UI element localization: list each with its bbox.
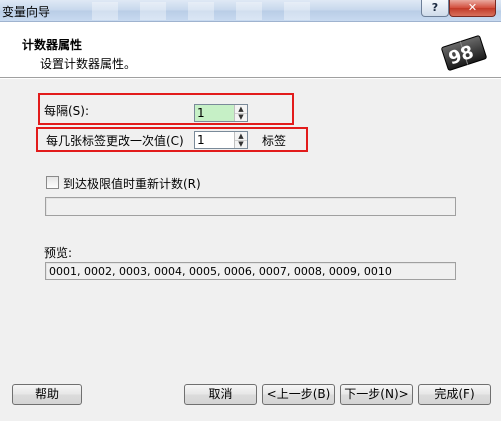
reset-checkbox-label[interactable]: 到达极限值时重新计数(R) (63, 175, 201, 192)
preview-text: 0001, 0002, 0003, 0004, 0005, 0006, 0007… (49, 265, 392, 278)
title-bar-decoration (70, 2, 330, 20)
next-button[interactable]: 下一步(N)> (340, 384, 413, 405)
page-subtitle: 设置计数器属性。 (40, 57, 137, 71)
window-close-button[interactable]: ✕ (449, 0, 496, 17)
interval-input[interactable]: 1 ▲ ▼ (194, 104, 248, 122)
change-every-value: 1 (197, 133, 205, 147)
interval-value: 1 (197, 106, 205, 120)
help-button[interactable]: 帮助 (12, 384, 82, 405)
reset-value-field (45, 197, 456, 216)
interval-label: 每隔(S): (44, 104, 90, 118)
cancel-button[interactable]: 取消 (184, 384, 257, 405)
spin-down-icon[interactable]: ▼ (235, 140, 247, 148)
back-button[interactable]: <上一步(B) (262, 384, 335, 405)
spin-down-icon[interactable]: ▼ (235, 113, 247, 121)
reset-checkbox[interactable] (46, 176, 59, 189)
change-every-input[interactable]: 1 ▲ ▼ (194, 131, 248, 149)
interval-spinner[interactable]: ▲ ▼ (234, 105, 247, 121)
window-help-button[interactable]: ? (421, 0, 449, 17)
page-title: 计数器属性 (22, 38, 83, 52)
preview-field: 0001, 0002, 0003, 0004, 0005, 0006, 0007… (45, 262, 456, 280)
window-title: 变量向导 (2, 5, 51, 19)
change-every-spinner[interactable]: ▲ ▼ (234, 132, 247, 148)
counter-logo-icon: 98 (440, 32, 488, 74)
finish-button[interactable]: 完成(F) (418, 384, 491, 405)
change-every-label: 每几张标签更改一次值(C) (46, 134, 184, 148)
preview-label: 预览: (44, 246, 73, 260)
change-every-unit: 标签 (262, 134, 287, 148)
